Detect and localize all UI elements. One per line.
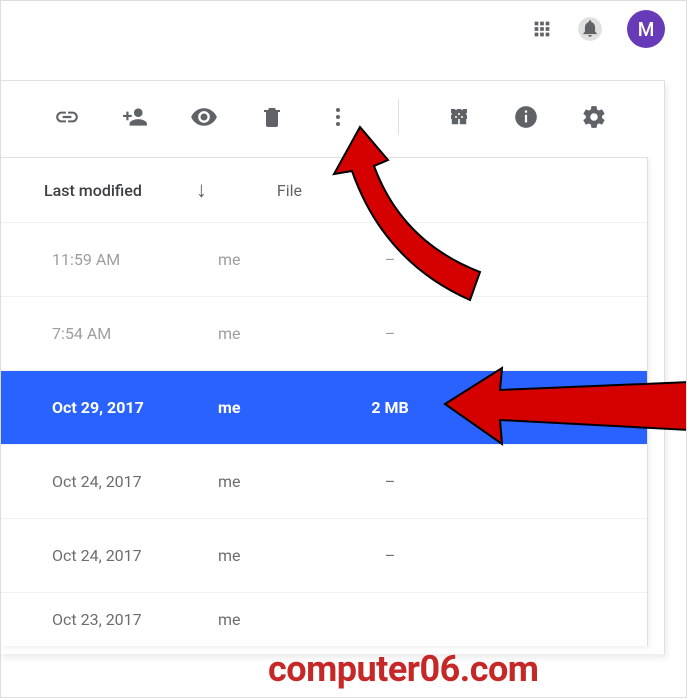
settings-icon[interactable] (581, 104, 607, 130)
file-size: 2 MB (350, 398, 430, 417)
column-file-size[interactable]: File (277, 181, 302, 200)
file-date: Oct 29, 2017 (52, 398, 212, 417)
toolbar-divider (398, 99, 399, 135)
sort-direction-icon[interactable]: ↓ (196, 177, 207, 203)
preview-icon[interactable] (190, 103, 218, 131)
remove-icon[interactable] (260, 105, 284, 129)
file-row[interactable]: Oct 24, 2017 me – (0, 518, 647, 592)
file-size: – (350, 546, 430, 565)
avatar-initial: M (638, 18, 655, 41)
add-person-icon[interactable] (122, 104, 148, 130)
file-owner: me (218, 610, 241, 629)
file-date: Oct 23, 2017 (52, 610, 212, 629)
file-row-selected[interactable]: Oct 29, 2017 me 2 MB (0, 370, 647, 444)
more-icon[interactable] (326, 105, 350, 129)
file-date: Oct 24, 2017 (52, 546, 212, 565)
notifications-icon[interactable] (577, 16, 603, 42)
file-owner: me (218, 472, 241, 491)
file-owner: me (218, 546, 241, 565)
column-header-row: Last modified ↓ File (0, 158, 647, 222)
main-panel: Last modified ↓ File 11:59 AM me – 7:54 … (0, 80, 665, 654)
file-owner: me (218, 398, 241, 417)
file-owner: me (218, 250, 241, 269)
file-size: – (350, 324, 430, 343)
file-row[interactable]: Oct 23, 2017 me (0, 592, 647, 646)
file-size: – (350, 472, 430, 491)
account-avatar[interactable]: M (627, 10, 665, 48)
file-list-panel: Last modified ↓ File 11:59 AM me – 7:54 … (0, 157, 648, 646)
grid-view-icon[interactable] (447, 105, 471, 129)
file-row[interactable]: 11:59 AM me – (0, 222, 647, 296)
file-size: – (350, 250, 430, 269)
column-last-modified[interactable]: Last modified (44, 181, 142, 200)
link-icon[interactable] (54, 104, 80, 130)
watermark-text: computer06.com (268, 648, 539, 690)
file-row[interactable]: 7:54 AM me – (0, 296, 647, 370)
action-toolbar (0, 81, 664, 153)
details-icon[interactable] (513, 104, 539, 130)
apps-icon[interactable] (531, 18, 553, 40)
file-row[interactable]: Oct 24, 2017 me – (0, 444, 647, 518)
file-date: 11:59 AM (52, 250, 212, 269)
file-date: Oct 24, 2017 (52, 472, 212, 491)
file-date: 7:54 AM (52, 324, 212, 343)
file-owner: me (218, 324, 241, 343)
